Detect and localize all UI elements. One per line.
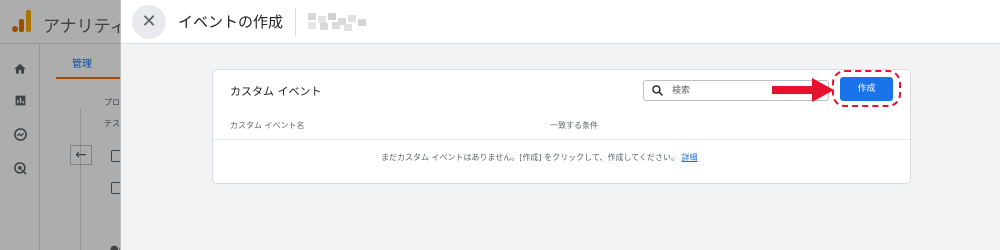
modal-scrim (0, 0, 120, 250)
dialog-title: イベントの作成 (178, 13, 284, 31)
create-button[interactable]: 作成 (840, 77, 893, 101)
card-title: カスタム イベント (230, 85, 322, 98)
create-event-dialog: ✕ イベントの作成 カスタム イベント 作成 カスタム イベント名 一致する条件… (120, 0, 1000, 250)
dialog-header: ✕ イベントの作成 (121, 0, 1000, 44)
redacted-property-name (308, 13, 373, 31)
details-link[interactable]: 詳細 (682, 153, 698, 162)
empty-state: まだカスタム イベントはありません。[作成] をクリックして、作成してください。… (381, 152, 698, 163)
close-button[interactable]: ✕ (132, 5, 166, 39)
empty-state-message: まだカスタム イベントはありません。[作成] をクリックして、作成してください。 (381, 153, 679, 162)
search-icon (652, 85, 663, 96)
column-header-matching-conditions: 一致する条件 (550, 121, 598, 130)
header-divider (295, 8, 296, 36)
close-icon: ✕ (141, 11, 157, 32)
table-divider (213, 139, 910, 140)
red-arrow-annotation-icon (772, 78, 834, 102)
column-header-event-name: カスタム イベント名 (230, 121, 305, 130)
